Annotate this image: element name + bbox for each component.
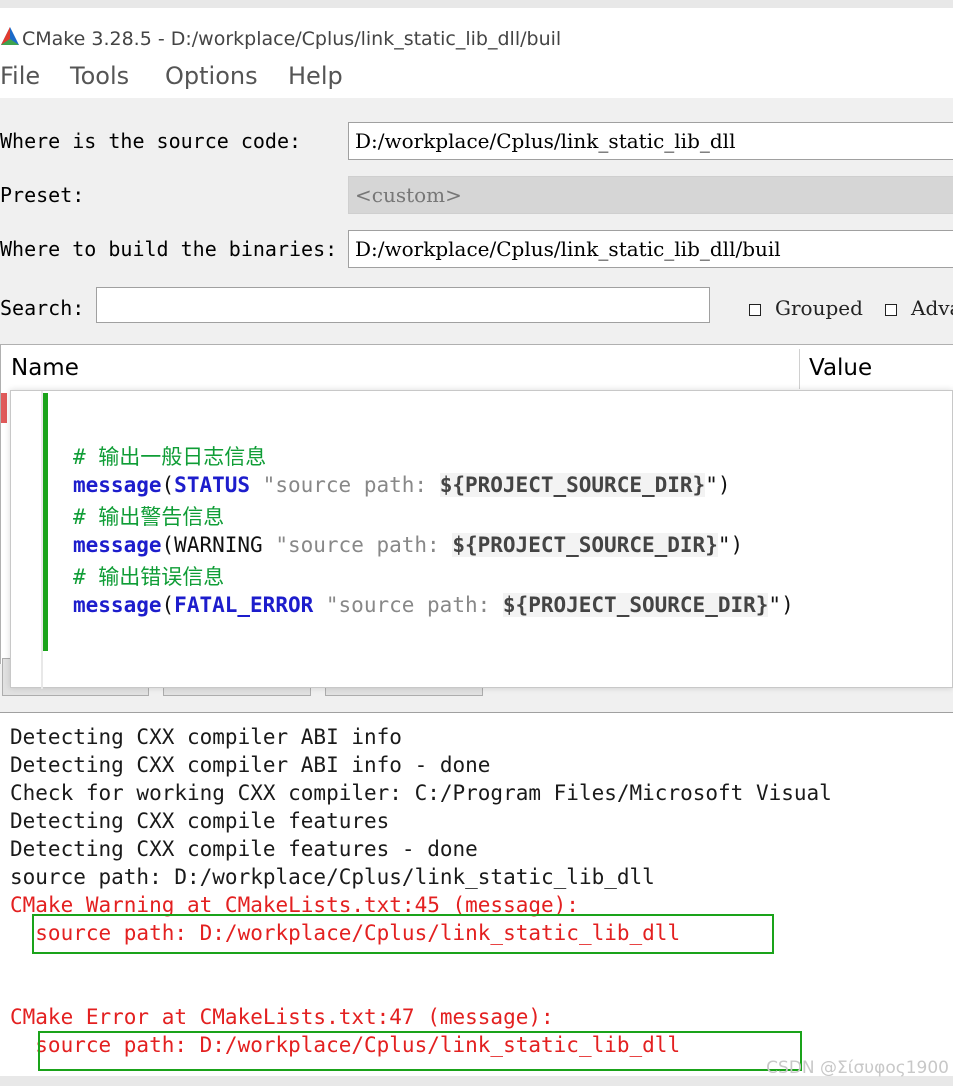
code-command: message xyxy=(73,533,162,557)
source-label: Where is the source code: xyxy=(0,129,302,153)
code-comment: # 输出一般日志信息 xyxy=(73,445,267,469)
preset-label: Preset: xyxy=(0,183,85,207)
code-line: # 输出错误信息 xyxy=(73,561,224,591)
log-line: Detecting CXX compile features xyxy=(10,809,390,833)
code-argument: FATAL_ERROR xyxy=(174,593,314,617)
cmake-logo-icon xyxy=(1,27,19,45)
code-paren: ") xyxy=(705,473,731,497)
menu-file[interactable]: File xyxy=(0,62,40,90)
code-argument: STATUS xyxy=(174,473,251,497)
code-line: message(FATAL_ERROR "source path: ${PROJ… xyxy=(73,593,794,617)
code-line: message(STATUS "source path: ${PROJECT_S… xyxy=(73,473,731,497)
code-paren: ") xyxy=(768,593,794,617)
menu-tools[interactable]: Tools xyxy=(70,62,129,90)
log-line: source path: D:/workplace/Cplus/link_sta… xyxy=(10,865,655,889)
build-label: Where to build the binaries: xyxy=(0,237,338,261)
menu-help[interactable]: Help xyxy=(288,62,343,90)
menu-bar: File Tools Options Help xyxy=(0,54,953,98)
code-line: # 输出警告信息 xyxy=(73,501,224,531)
code-line: # 输出一般日志信息 xyxy=(73,441,266,471)
code-paren: ( xyxy=(161,473,175,497)
log-line: Detecting CXX compiler ABI info - done xyxy=(10,753,491,777)
code-string: "source path: xyxy=(262,533,453,557)
code-paren: ") xyxy=(717,533,744,557)
code-string: "source path: xyxy=(313,593,503,617)
error-header: CMake Error at CMakeLists.txt:47 (messag… xyxy=(10,1005,554,1029)
advanced-label: Adva xyxy=(911,296,953,320)
search-input[interactable] xyxy=(96,287,710,323)
output-log[interactable]: Detecting CXX compiler ABI info Detectin… xyxy=(0,712,953,1076)
code-variable: ${PROJECT_SOURCE_DIR} xyxy=(439,473,706,497)
desktop-strip xyxy=(0,0,953,8)
grouped-checkbox[interactable] xyxy=(749,304,761,316)
code-paren: ( xyxy=(161,533,175,557)
change-marker xyxy=(43,393,48,651)
code-argument: WARNING xyxy=(174,533,263,557)
error-highlight-box xyxy=(38,1031,802,1071)
code-snippet-overlay: # 输出一般日志信息 message(STATUS "source path: … xyxy=(10,390,953,689)
code-variable: ${PROJECT_SOURCE_DIR} xyxy=(502,593,769,617)
window-title: CMake 3.28.5 - D:/workplace/Cplus/link_s… xyxy=(22,28,562,50)
log-line: Check for working CXX compiler: C:/Progr… xyxy=(10,781,832,805)
table-row[interactable] xyxy=(1,393,7,423)
column-divider[interactable] xyxy=(799,349,800,389)
code-line: message(WARNING "source path: ${PROJECT_… xyxy=(73,533,743,557)
menu-options[interactable]: Options xyxy=(165,62,258,90)
column-header-value[interactable]: Value xyxy=(809,355,872,381)
code-command: message xyxy=(73,593,162,617)
code-comment: # 输出警告信息 xyxy=(73,505,225,529)
grouped-label: Grouped xyxy=(775,296,863,320)
code-variable: ${PROJECT_SOURCE_DIR} xyxy=(452,533,718,557)
advanced-checkbox[interactable] xyxy=(885,304,897,316)
code-command: message xyxy=(73,473,162,497)
log-line: Detecting CXX compile features - done xyxy=(10,837,478,861)
preset-select[interactable]: <custom> xyxy=(348,176,953,214)
watermark: CSDN @Σίσυφος1900 xyxy=(766,1058,949,1078)
warning-highlight-box xyxy=(32,914,774,954)
code-comment: # 输出错误信息 xyxy=(73,565,225,589)
code-paren: ( xyxy=(161,593,175,617)
title-bar: CMake 3.28.5 - D:/workplace/Cplus/link_s… xyxy=(0,8,953,54)
code-string: "source path: xyxy=(250,473,440,497)
log-line: Detecting CXX compiler ABI info xyxy=(10,725,402,749)
build-path-input[interactable]: D:/workplace/Cplus/link_static_lib_dll/b… xyxy=(348,230,953,268)
search-label: Search: xyxy=(0,296,85,320)
config-form: Where is the source code: D:/workplace/C… xyxy=(0,98,953,344)
column-header-name[interactable]: Name xyxy=(11,355,79,381)
source-path-input[interactable]: D:/workplace/Cplus/link_static_lib_dll xyxy=(348,122,953,160)
table-header: Name Value xyxy=(1,345,953,393)
